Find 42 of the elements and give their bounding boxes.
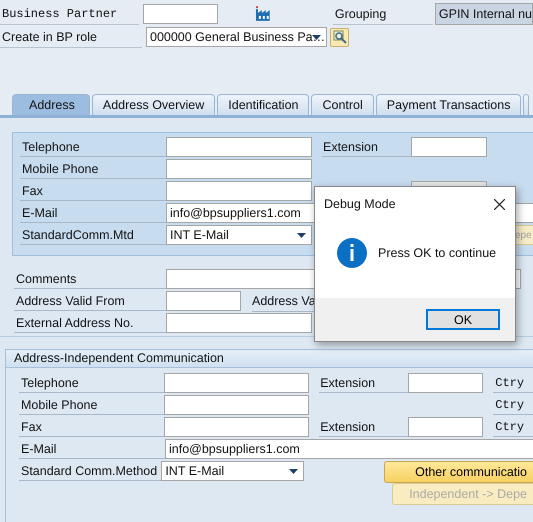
tab[interactable]: Identification: [217, 94, 310, 115]
tab[interactable]: [523, 94, 530, 115]
extension-field[interactable]: [408, 373, 484, 393]
tab[interactable]: Payment Transactions: [376, 94, 522, 115]
tab[interactable]: Address Overview: [92, 94, 216, 115]
role-dropdown[interactable]: 000000 General Business Pa…: [146, 27, 327, 47]
input-field[interactable]: [164, 395, 310, 415]
field-label: Create in BP role: [0, 26, 142, 48]
input-field[interactable]: [166, 137, 312, 157]
field-label: Extension: [319, 417, 408, 437]
communication-button[interactable]: Other communicatio: [384, 461, 533, 483]
input-field[interactable]: [164, 417, 310, 437]
extension-field[interactable]: [408, 417, 484, 437]
input-field[interactable]: [166, 181, 312, 201]
input-field[interactable]: [166, 313, 312, 333]
input-field[interactable]: [166, 159, 312, 179]
dialog-message: Press OK to continue: [378, 246, 496, 260]
input-field[interactable]: [164, 373, 310, 393]
grouping-label: Grouping: [332, 4, 433, 24]
caret-icon: [312, 35, 321, 40]
close-icon[interactable]: [494, 198, 505, 210]
business-partner-field[interactable]: [143, 4, 218, 24]
field-label: Extension: [319, 373, 408, 393]
caret-icon: [289, 469, 298, 474]
field-label: Ctry: [493, 373, 533, 393]
dropdown-field[interactable]: INT E-Mail: [161, 461, 304, 481]
field-label: Ctry: [493, 417, 533, 437]
grouping-field[interactable]: GPIN Internal nu: [434, 3, 533, 25]
tab[interactable]: Address: [12, 94, 90, 115]
tab[interactable]: Control: [311, 94, 374, 115]
caret-icon: [297, 233, 306, 238]
dialog-title: Debug Mode: [324, 197, 396, 211]
input-field[interactable]: [166, 291, 241, 311]
field-label: Business Partner: [0, 4, 140, 24]
search-button[interactable]: [330, 28, 349, 46]
extension-field[interactable]: [411, 137, 487, 157]
info-icon: [337, 238, 367, 268]
ok-button[interactable]: OK: [426, 309, 500, 330]
field-label: Ctry: [493, 395, 533, 415]
email-field[interactable]: info@bpsuppliers1.com: [165, 439, 533, 459]
dropdown-field[interactable]: INT E-Mail: [166, 225, 312, 245]
section-title: Address-Independent Communication: [6, 350, 533, 368]
